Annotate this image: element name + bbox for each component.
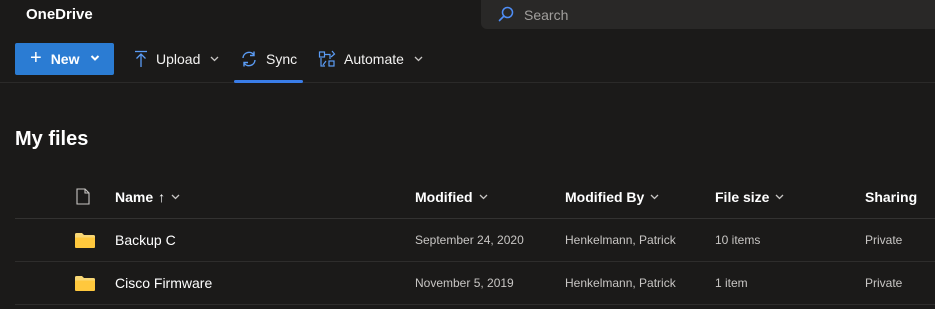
table-header: Name ↑ Modified Modified By File size Sh…	[15, 177, 935, 219]
app-title[interactable]: OneDrive	[26, 6, 93, 23]
sync-label: Sync	[266, 51, 298, 67]
column-header-name[interactable]: Name ↑	[115, 189, 180, 205]
column-modified-label: Modified	[415, 189, 473, 205]
new-button[interactable]: + New	[15, 43, 114, 75]
chevron-down-icon	[479, 194, 488, 200]
column-header-file-size[interactable]: File size	[715, 189, 784, 205]
file-size: 1 item	[715, 276, 748, 290]
automate-icon	[318, 50, 336, 67]
file-type-icon[interactable]	[76, 188, 90, 205]
folder-icon	[75, 276, 95, 291]
folder-icon	[75, 233, 95, 248]
plus-icon: +	[30, 47, 42, 69]
automate-label: Automate	[344, 51, 404, 67]
chevron-down-icon	[210, 56, 219, 62]
column-header-sharing[interactable]: Sharing	[865, 189, 917, 205]
column-header-modified-by[interactable]: Modified By	[565, 189, 659, 205]
column-modified-by-label: Modified By	[565, 189, 645, 205]
file-name-link[interactable]: Cisco Firmware	[115, 275, 212, 291]
modified-date: September 24, 2020	[415, 233, 524, 247]
search-box[interactable]: Search	[481, 0, 935, 29]
sort-ascending-icon: ↑	[158, 189, 166, 205]
table-row[interactable]: Backup C September 24, 2020 Henkelmann, …	[15, 219, 935, 262]
modified-by: Henkelmann, Patrick	[565, 233, 676, 247]
sync-icon	[242, 51, 256, 67]
column-header-modified[interactable]: Modified	[415, 189, 488, 205]
column-file-size-label: File size	[715, 189, 770, 205]
file-size: 10 items	[715, 233, 761, 247]
column-sharing-label: Sharing	[865, 189, 918, 205]
upload-icon	[135, 50, 147, 67]
upload-label: Upload	[156, 51, 201, 67]
upload-button[interactable]: Upload	[134, 43, 219, 75]
page-title: My files	[15, 128, 89, 150]
command-bar: + New Upload Sync Automate	[0, 36, 935, 83]
modified-by: Henkelmann, Patrick	[565, 276, 676, 290]
sync-focus-underline	[234, 80, 303, 83]
search-input[interactable]: Search	[524, 7, 568, 23]
file-table: Name ↑ Modified Modified By File size Sh…	[15, 177, 935, 305]
search-icon	[498, 6, 514, 22]
sharing-status: Private	[865, 233, 903, 247]
chevron-down-icon	[776, 194, 784, 200]
sync-button[interactable]: Sync	[240, 43, 297, 75]
chevron-down-icon	[90, 55, 100, 61]
column-name-label: Name	[115, 189, 154, 205]
chevron-down-icon	[414, 56, 423, 62]
new-button-label: New	[50, 51, 80, 67]
automate-button[interactable]: Automate	[318, 43, 423, 75]
sharing-status: Private	[865, 276, 903, 290]
top-bar: OneDrive Search	[0, 0, 935, 30]
file-name-link[interactable]: Backup C	[115, 232, 176, 248]
chevron-down-icon	[650, 194, 659, 200]
modified-date: November 5, 2019	[415, 276, 514, 290]
chevron-down-icon	[171, 194, 180, 200]
table-row[interactable]: Cisco Firmware November 5, 2019 Henkelma…	[15, 262, 935, 305]
